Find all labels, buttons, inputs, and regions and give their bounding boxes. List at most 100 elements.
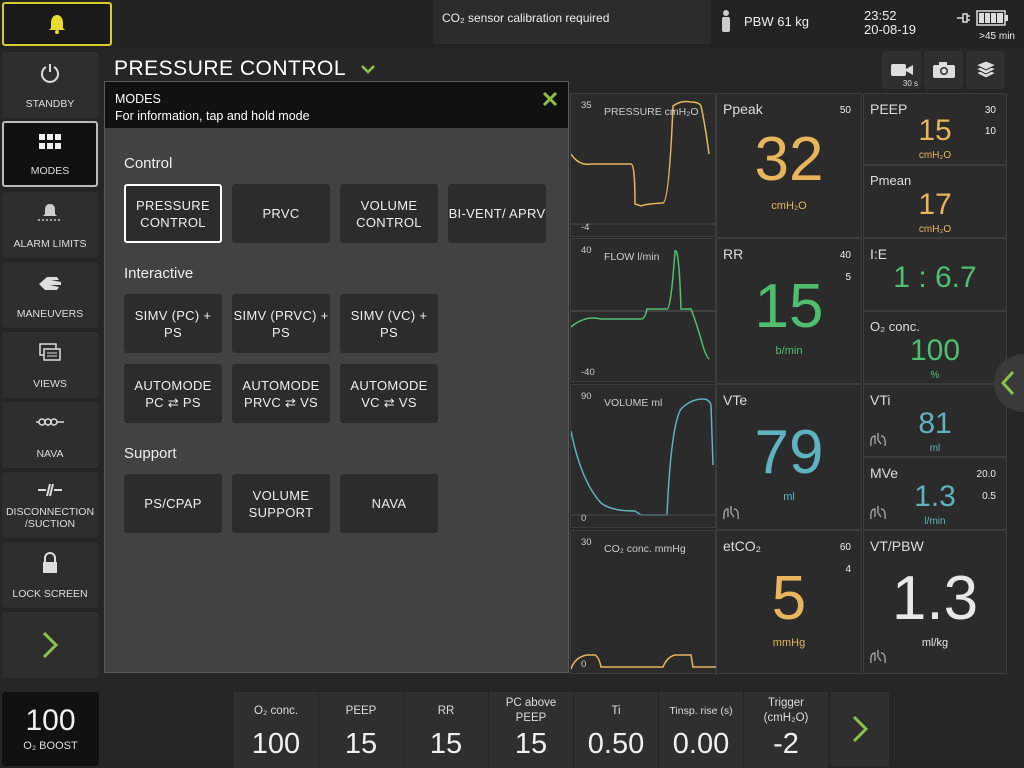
disconnection-label: DISCONNECTION /SUCTION [5, 506, 95, 530]
setting-value: 100 [251, 728, 301, 760]
mode-bivent-aprv-button[interactable]: BI-VENT/ APRV [448, 184, 546, 243]
lock-screen-label: LOCK SCREEN [12, 588, 88, 600]
mode-title-text: PRESSURE CONTROL [114, 57, 346, 80]
video-camera-icon [890, 64, 913, 76]
ppeak-tile[interactable]: Ppeak 50 32 cmH₂O [716, 93, 862, 238]
mode-volume-control-button[interactable]: VOLUME CONTROL [340, 184, 438, 243]
nava-button[interactable]: NAVA [2, 402, 98, 468]
volume-min: 0 [581, 513, 587, 524]
date: 20-08-19 [864, 22, 917, 37]
time: 23:52 [864, 8, 897, 23]
vtpbw-tile[interactable]: VT/PBW 1.3 ml/kg [863, 530, 1007, 674]
ie-name: I:E [870, 246, 888, 262]
modes-button[interactable]: MODES [2, 121, 98, 187]
sidebar-more-button[interactable] [2, 612, 98, 678]
setting-label: Ti [611, 704, 621, 717]
co2-waveform[interactable]: CO₂ conc. mmHg 30 0 [570, 530, 717, 674]
disconnection-suction-button[interactable]: DISCONNECTION /SUCTION [2, 472, 98, 538]
patient-info[interactable]: PBW 61 kg [720, 10, 809, 32]
more-settings-button[interactable] [831, 692, 889, 766]
close-icon[interactable] [542, 91, 558, 107]
flow-waveform[interactable]: FLOW l/min 40 -40 [570, 238, 717, 382]
chevron-right-icon [852, 715, 869, 743]
rr-high-limit: 40 [839, 250, 851, 261]
maneuvers-button[interactable]: MANEUVERS [2, 262, 98, 328]
nava-label: NAVA [36, 448, 64, 460]
setting-o2-conc[interactable]: O₂ conc. 100 [234, 692, 318, 768]
lung-icon [870, 506, 886, 520]
mve-tile[interactable]: MVe 20.0 0.5 1.3 l/min [863, 457, 1007, 530]
etco2-value: 5 [771, 564, 807, 633]
video-record-button[interactable]: 30 s [882, 51, 921, 89]
dialog-title: MODES [115, 92, 161, 106]
vte-tile[interactable]: VTe 79 ml [716, 384, 862, 530]
pbw-value: PBW 61 kg [744, 13, 810, 29]
volume-max: 90 [581, 391, 592, 402]
setting-rr[interactable]: RR 15 [404, 692, 488, 768]
alarm-limits-label: ALARM LIMITS [13, 238, 87, 250]
alarm-limits-button[interactable]: ALARM LIMITS [2, 192, 98, 258]
mode-ps-cpap-button[interactable]: PS/CPAP [124, 474, 222, 533]
bell-icon [49, 15, 65, 34]
boost-value: 100 [25, 704, 76, 737]
o2-boost-button[interactable]: 100 O₂ BOOST [2, 692, 99, 766]
setting-peep[interactable]: PEEP 15 [319, 692, 403, 768]
grid-icon [4, 133, 96, 151]
ie-tile[interactable]: I:E 1 : 6.7 [863, 238, 1007, 311]
peep-tile[interactable]: PEEP 30 10 15 cmH₂O [863, 93, 1007, 165]
setting-ti[interactable]: Ti 0.50 [574, 692, 658, 768]
mode-simv-pc-button[interactable]: SIMV (PC) + PS [124, 294, 222, 353]
current-mode-title[interactable]: PRESSURE CONTROL [114, 57, 376, 81]
vte-value: 79 [754, 418, 824, 487]
mode-prvc-button[interactable]: PRVC [232, 184, 330, 243]
rr-tile[interactable]: RR 40 5 15 b/min [716, 238, 862, 384]
modes-label: MODES [30, 165, 70, 177]
mode-nava-button[interactable]: NAVA [340, 474, 438, 533]
volume-waveform[interactable]: VOLUME ml 90 0 [570, 384, 717, 528]
vti-tile[interactable]: VTi 81 ml [863, 384, 1007, 457]
o2-tile[interactable]: O₂ conc. 100 % [863, 311, 1007, 384]
mve-name: MVe [870, 465, 899, 481]
mode-automode-prvc-button[interactable]: AUTOMODE PRVC ⇄ VS [232, 364, 330, 423]
setting-pc-above-peep[interactable]: PC above PEEP 15 [489, 692, 573, 768]
flow-min: -40 [581, 367, 595, 378]
standby-button[interactable]: STANDBY [2, 52, 98, 118]
camera-timer: 30 s [902, 79, 918, 88]
mode-simv-vc-button[interactable]: SIMV (VC) + PS [340, 294, 438, 353]
setting-trigger[interactable]: Trigger (cmH₂O) -2 [744, 692, 828, 768]
nava-icon [2, 412, 98, 432]
power-icon [2, 62, 98, 84]
alarm-message[interactable]: CO₂ sensor calibration required [433, 0, 711, 44]
setting-tinsp-rise[interactable]: Tinsp. rise (s) 0.00 [659, 692, 743, 768]
modes-dialog: MODES For information, tap and hold mode… [104, 81, 569, 673]
etco2-high-limit: 60 [839, 542, 851, 553]
etco2-tile[interactable]: etCO₂ 60 4 5 mmHg [716, 530, 862, 674]
pressure-waveform[interactable]: PRESSURE cmH₂O 35 -4 [570, 93, 717, 237]
o2-value: 100 [909, 334, 961, 367]
mode-volume-support-button[interactable]: VOLUME SUPPORT [232, 474, 330, 533]
setting-label: PEEP [345, 704, 377, 717]
mode-automode-pc-button[interactable]: AUTOMODE PC ⇄ PS [124, 364, 222, 423]
setting-label: Tinsp. rise (s) [669, 704, 733, 717]
flow-label: FLOW l/min [604, 251, 660, 263]
mode-pressure-control-button[interactable]: PRESSURE CONTROL [124, 184, 222, 243]
setting-value: -2 [773, 728, 799, 760]
alarm-bell-button[interactable] [2, 2, 112, 46]
lock-screen-button[interactable]: LOCK SCREEN [2, 542, 98, 608]
section-support: Support [124, 445, 177, 462]
lung-icon [870, 650, 886, 664]
views-button[interactable]: VIEWS [2, 332, 98, 398]
volume-label: VOLUME ml [604, 397, 663, 409]
co2-max: 30 [581, 537, 592, 548]
setting-value: 0.00 [672, 728, 730, 760]
logs-button[interactable] [966, 51, 1005, 89]
etco2-unit: mmHg [772, 637, 806, 649]
maneuvers-label: MANEUVERS [16, 308, 84, 320]
vte-unit: ml [783, 491, 795, 503]
pressure-label: PRESSURE cmH₂O [604, 106, 699, 118]
mode-automode-vc-button[interactable]: AUTOMODE VC ⇄ VS [340, 364, 438, 423]
screenshot-button[interactable] [924, 51, 963, 89]
pmean-tile[interactable]: Pmean 17 cmH₂O [863, 165, 1007, 238]
ppeak-unit: cmH₂O [771, 200, 807, 212]
mode-simv-prvc-button[interactable]: SIMV (PRVC) + PS [232, 294, 330, 353]
